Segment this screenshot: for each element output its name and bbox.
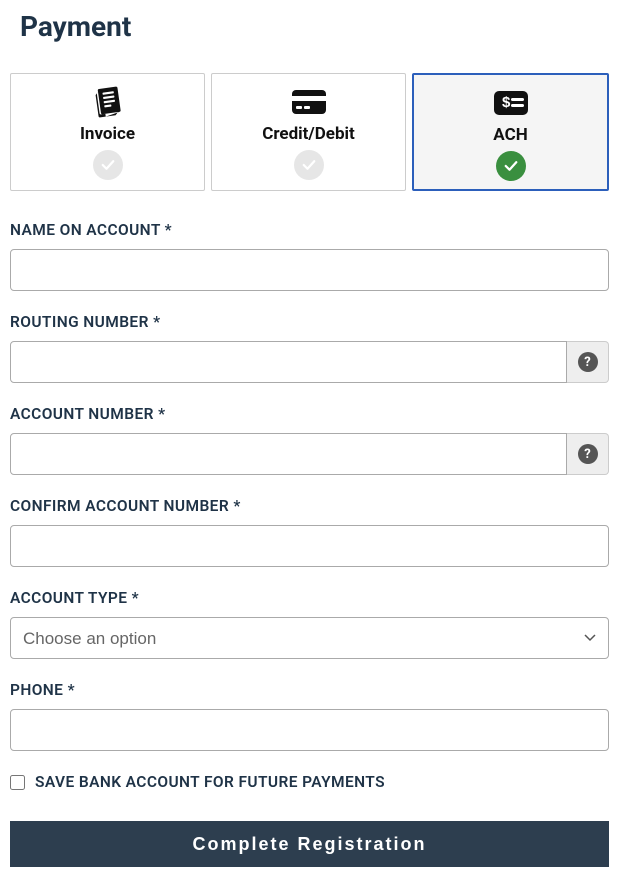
phone-label: PHONE * (10, 681, 609, 699)
invoice-icon (91, 84, 125, 120)
payment-method-label: Invoice (80, 124, 135, 144)
help-icon: ? (578, 444, 598, 464)
complete-registration-button[interactable]: Complete Registration (10, 821, 609, 867)
save-account-checkbox[interactable] (10, 775, 25, 790)
account-number-input[interactable] (10, 433, 567, 475)
routing-number-help-button[interactable]: ? (567, 341, 609, 383)
payment-method-invoice[interactable]: Invoice (10, 73, 205, 191)
routing-number-label: ROUTING NUMBER * (10, 313, 609, 331)
phone-input[interactable] (10, 709, 609, 751)
svg-text:$: $ (502, 94, 511, 111)
save-account-label: SAVE BANK ACCOUNT FOR FUTURE PAYMENTS (35, 773, 385, 791)
form-group-account-type: ACCOUNT TYPE * Choose an option (10, 589, 609, 659)
form-group-account-number: ACCOUNT NUMBER * ? (10, 405, 609, 475)
check-circle-icon (294, 150, 324, 180)
help-icon: ? (578, 352, 598, 372)
confirm-account-number-label: CONFIRM ACCOUNT NUMBER * (10, 497, 609, 515)
name-on-account-input[interactable] (10, 249, 609, 291)
check-circle-icon (93, 150, 123, 180)
form-group-name-on-account: NAME ON ACCOUNT * (10, 221, 609, 291)
payment-method-ach[interactable]: $ ACH (412, 73, 609, 191)
form-group-phone: PHONE * (10, 681, 609, 751)
payment-methods: Invoice Credit/Debit $ AC (10, 73, 609, 191)
check-circle-icon (496, 151, 526, 181)
save-account-row: SAVE BANK ACCOUNT FOR FUTURE PAYMENTS (10, 773, 609, 791)
account-type-label: ACCOUNT TYPE * (10, 589, 609, 607)
account-type-select[interactable]: Choose an option (10, 617, 609, 659)
payment-method-label: ACH (493, 125, 527, 145)
payment-method-credit-debit[interactable]: Credit/Debit (211, 73, 406, 191)
account-number-label: ACCOUNT NUMBER * (10, 405, 609, 423)
credit-card-icon (290, 84, 328, 120)
ach-icon: $ (492, 85, 530, 121)
name-on-account-label: NAME ON ACCOUNT * (10, 221, 609, 239)
page-title: Payment (20, 10, 609, 43)
form-group-routing-number: ROUTING NUMBER * ? (10, 313, 609, 383)
confirm-account-number-input[interactable] (10, 525, 609, 567)
routing-number-input[interactable] (10, 341, 567, 383)
payment-method-label: Credit/Debit (262, 124, 355, 144)
form-group-confirm-account-number: CONFIRM ACCOUNT NUMBER * (10, 497, 609, 567)
account-number-help-button[interactable]: ? (567, 433, 609, 475)
